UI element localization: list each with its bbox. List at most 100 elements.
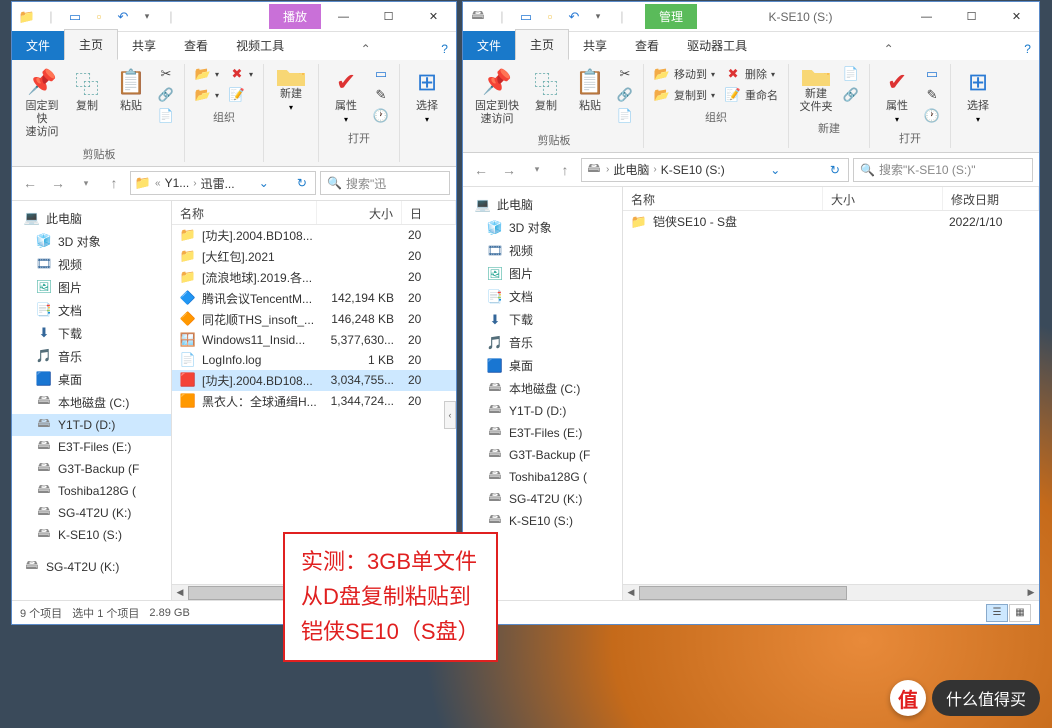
tree-item[interactable]: 🎵音乐 <box>12 345 171 368</box>
cut-button[interactable]: ✂ <box>613 64 637 84</box>
paste-shortcut-button[interactable]: 📄 <box>154 106 178 126</box>
tree-drive-extra[interactable]: 🖴SG-4T2U (K:) <box>12 556 171 578</box>
tree-item[interactable]: 🧊3D 对象 <box>12 230 171 253</box>
tree-item[interactable]: 🎵音乐 <box>463 331 622 354</box>
details-view-button[interactable]: ☰ <box>986 604 1008 622</box>
up-button[interactable]: ↑ <box>553 158 577 182</box>
tree-item[interactable]: 🧊3D 对象 <box>463 216 622 239</box>
rename-button[interactable]: 📝 <box>225 85 257 105</box>
tab-view[interactable]: 查看 <box>170 31 222 60</box>
qat-dropdown-icon[interactable]: ▾ <box>136 6 158 28</box>
undo-icon[interactable]: ↶ <box>112 6 134 28</box>
navigation-tree[interactable]: 💻此电脑 🧊3D 对象🎞视频🖼图片📑文档⬇下载🎵音乐🟦桌面🖴本地磁盘 (C:)🖴… <box>12 201 172 600</box>
tab-view[interactable]: 查看 <box>621 31 673 60</box>
tab-drive-tools[interactable]: 驱动器工具 <box>673 31 761 60</box>
file-row[interactable]: 🟥[功夫].2004.BD108...3,034,755...20 <box>172 370 456 391</box>
ribbon-collapse-icon[interactable]: ⌃ <box>353 38 379 60</box>
tree-item[interactable]: 🖼图片 <box>12 276 171 299</box>
breadcrumb-segment[interactable]: K-SE10 (S:) <box>661 163 725 177</box>
tree-item[interactable]: 📑文档 <box>463 285 622 308</box>
copy-to-button[interactable]: 📂复制到▾ <box>650 85 719 105</box>
file-row[interactable]: 🪟Windows11_Insid...5,377,630...20 <box>172 330 456 350</box>
tree-item[interactable]: 🖴E3T-Files (E:) <box>12 436 171 458</box>
breadcrumb-segment[interactable]: 此电脑 <box>613 161 649 178</box>
refresh-icon[interactable]: ↻ <box>826 163 844 177</box>
tree-item[interactable]: ⬇下载 <box>12 322 171 345</box>
col-size[interactable]: 大小 <box>823 187 943 210</box>
pin-button[interactable]: 📌固定到快 速访问 <box>471 64 523 128</box>
delete-button[interactable]: ✖▾ <box>225 64 257 84</box>
tree-this-pc[interactable]: 💻此电脑 <box>463 193 622 216</box>
properties-button[interactable]: ✔属性▾ <box>325 64 367 126</box>
tab-home[interactable]: 主页 <box>64 29 118 60</box>
dropdown-icon[interactable]: ⌄ <box>255 176 273 190</box>
file-row[interactable]: 📁[功夫].2004.BD108...20 <box>172 225 456 246</box>
qat-dropdown-icon[interactable]: ▾ <box>587 6 609 28</box>
dropdown-icon[interactable]: ⌄ <box>766 163 784 177</box>
maximize-button[interactable]: ☐ <box>949 2 994 31</box>
chevron-icon[interactable]: › <box>193 178 196 189</box>
open-button[interactable]: ▭ <box>920 64 944 84</box>
rename-button[interactable]: 📝重命名 <box>721 85 782 105</box>
new-folder-icon[interactable]: ▫ <box>539 6 561 28</box>
tree-item[interactable]: 🟦桌面 <box>12 368 171 391</box>
new-folder-icon[interactable]: ▫ <box>88 6 110 28</box>
maximize-button[interactable]: ☐ <box>366 2 411 31</box>
tab-share[interactable]: 共享 <box>118 31 170 60</box>
copy-path-button[interactable]: 🔗 <box>154 85 178 105</box>
copy-button[interactable]: ⿻复制 <box>525 64 567 115</box>
easy-access-button[interactable]: 🔗 <box>839 85 863 105</box>
chevron-icon[interactable]: › <box>606 164 609 175</box>
tree-item[interactable]: 🟦桌面 <box>463 354 622 377</box>
history-button[interactable]: 🕐 <box>369 106 393 126</box>
tree-item[interactable]: 🖴Toshiba128G ( <box>12 480 171 502</box>
tree-item[interactable]: ⬇下载 <box>463 308 622 331</box>
file-row[interactable]: 📁铠侠SE10 - S盘2022/1/10 <box>623 211 1039 232</box>
delete-button[interactable]: ✖删除▾ <box>721 64 782 84</box>
copy-button[interactable]: ⿻复制 <box>66 64 108 115</box>
titlebar[interactable]: 🖴 | ▭ ▫ ↶ ▾ | 管理 K-SE10 (S:) — ☐ ✕ <box>463 2 1039 32</box>
up-button[interactable]: ↑ <box>102 171 126 195</box>
search-input[interactable]: 🔍 搜索"迅 <box>320 171 450 195</box>
column-headers[interactable]: 名称 大小 日 <box>172 201 456 225</box>
recent-button[interactable]: ▾ <box>525 158 549 182</box>
col-size[interactable]: 大小 <box>317 201 402 224</box>
move-to-button[interactable]: 📂移动到▾ <box>650 64 719 84</box>
scroll-left-icon[interactable]: ◀ <box>623 585 639 601</box>
edit-button[interactable]: ✎ <box>920 85 944 105</box>
tab-file[interactable]: 文件 <box>463 31 515 60</box>
file-row[interactable]: 🔷腾讯会议TencentM...142,194 KB20 <box>172 288 456 309</box>
preview-toggle[interactable]: ‹ <box>444 401 456 429</box>
tree-item[interactable]: 🎞视频 <box>12 253 171 276</box>
tree-item[interactable]: 🖴G3T-Backup (F <box>12 458 171 480</box>
cut-button[interactable]: ✂ <box>154 64 178 84</box>
close-button[interactable]: ✕ <box>411 2 456 31</box>
tree-item[interactable]: 🖴Y1T-D (D:) <box>12 414 171 436</box>
tree-item[interactable]: 📑文档 <box>12 299 171 322</box>
file-row[interactable]: 🔶同花顺THS_insoft_...146,248 KB20 <box>172 309 456 330</box>
tab-video-tools[interactable]: 视频工具 <box>222 31 298 60</box>
close-button[interactable]: ✕ <box>994 2 1039 31</box>
minimize-button[interactable]: — <box>904 2 949 31</box>
new-item-button[interactable]: 📄 <box>839 64 863 84</box>
file-row[interactable]: 📁[流浪地球].2019.各...20 <box>172 267 456 288</box>
breadcrumb-segment[interactable]: Y1... <box>165 176 190 190</box>
paste-button[interactable]: 📋粘贴 <box>110 64 152 115</box>
tree-item[interactable]: 🖴K-SE10 (S:) <box>12 524 171 546</box>
tree-item[interactable]: 🖼图片 <box>463 262 622 285</box>
ribbon-collapse-icon[interactable]: ⌃ <box>876 38 902 60</box>
tab-home[interactable]: 主页 <box>515 29 569 60</box>
file-row[interactable]: 📁[大红包].202120 <box>172 246 456 267</box>
new-button[interactable]: 新建▾ <box>270 64 312 114</box>
tree-item[interactable]: 🎞视频 <box>463 239 622 262</box>
scroll-left-icon[interactable]: ◀ <box>172 585 188 601</box>
tab-share[interactable]: 共享 <box>569 31 621 60</box>
select-button[interactable]: ⊞选择▾ <box>957 64 999 126</box>
paste-shortcut-button[interactable]: 📄 <box>613 106 637 126</box>
tree-item[interactable]: 🖴E3T-Files (E:) <box>463 422 622 444</box>
col-name[interactable]: 名称 <box>172 201 317 224</box>
move-to-button[interactable]: 📂▾ <box>191 64 223 84</box>
titlebar[interactable]: 📁 | ▭ ▫ ↶ ▾ | 播放 — ☐ ✕ <box>12 2 456 32</box>
pin-button[interactable]: 📌固定到快 速访问 <box>20 64 64 142</box>
copy-to-button[interactable]: 📂▾ <box>191 85 223 105</box>
